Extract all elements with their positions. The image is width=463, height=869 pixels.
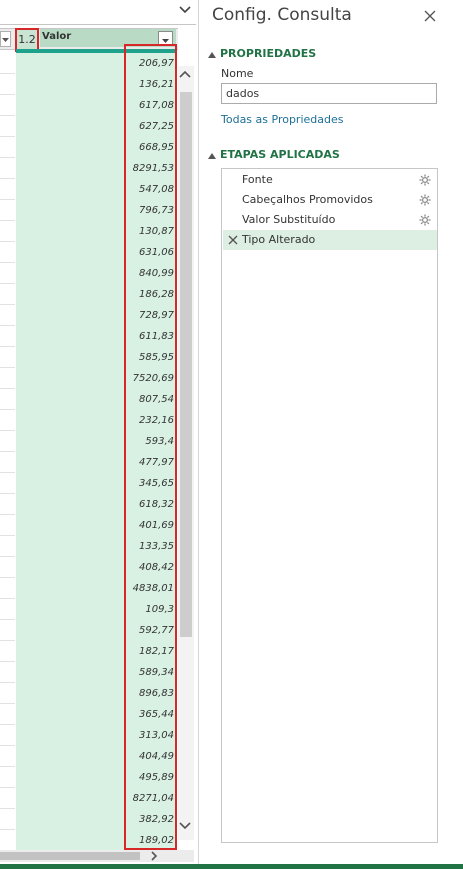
row-divider xyxy=(0,367,15,368)
all-properties-link[interactable]: Todas as Propriedades xyxy=(221,113,343,126)
previous-column-filter-dropdown[interactable] xyxy=(0,31,11,47)
status-accent-bar xyxy=(0,864,463,869)
vertical-scroll-thumb[interactable] xyxy=(180,92,192,637)
applied-step[interactable]: Fonte xyxy=(223,170,437,190)
row-divider xyxy=(0,262,15,263)
row-divider xyxy=(0,556,15,557)
applied-step-label: Tipo Alterado xyxy=(242,233,316,246)
row-divider xyxy=(0,661,15,662)
row-divider xyxy=(0,283,15,284)
row-divider xyxy=(0,409,15,410)
row-divider xyxy=(0,619,15,620)
collapse-steps-icon[interactable] xyxy=(208,153,216,159)
row-divider xyxy=(0,577,15,578)
pane-title: Config. Consulta xyxy=(212,5,352,25)
row-divider xyxy=(0,241,15,242)
row-divider xyxy=(0,325,15,326)
row-divider xyxy=(0,451,15,452)
row-divider xyxy=(0,472,15,473)
row-divider xyxy=(0,94,15,95)
scroll-down-icon[interactable] xyxy=(178,818,192,832)
row-divider xyxy=(0,178,15,179)
collapse-properties-icon[interactable] xyxy=(208,52,216,58)
scroll-up-icon[interactable] xyxy=(178,68,192,82)
x-icon[interactable] xyxy=(228,235,238,245)
row-divider xyxy=(0,136,15,137)
applied-step-label: Cabeçalhos Promovidos xyxy=(242,193,373,206)
row-divider xyxy=(0,745,15,746)
applied-step[interactable]: Cabeçalhos Promovidos xyxy=(223,190,437,210)
formula-bar[interactable] xyxy=(0,0,196,25)
row-divider xyxy=(0,514,15,515)
row-divider xyxy=(0,808,15,809)
previous-column-cells xyxy=(0,53,15,859)
row-divider xyxy=(0,346,15,347)
applied-steps-list: Fonte Cabeçalhos Promovidos Valor Substitu… xyxy=(221,168,438,843)
gear-icon[interactable] xyxy=(419,214,431,226)
applied-step[interactable]: Valor Substituído xyxy=(223,210,437,230)
row-divider xyxy=(0,430,15,431)
row-divider xyxy=(0,787,15,788)
gear-icon[interactable] xyxy=(419,194,431,206)
row-divider xyxy=(0,199,15,200)
chevron-down-icon[interactable] xyxy=(178,3,192,17)
query-name-input[interactable] xyxy=(221,83,437,104)
row-divider xyxy=(0,724,15,725)
row-divider xyxy=(0,157,15,158)
valor-column-name: Valor xyxy=(42,31,72,42)
applied-step-label: Fonte xyxy=(242,173,273,186)
query-settings-pane: Config. Consulta PROPRIEDADES Nome Todas… xyxy=(199,0,463,864)
properties-heading: PROPRIEDADES xyxy=(220,47,317,60)
values-highlight-frame xyxy=(124,44,177,850)
applied-step[interactable]: Tipo Alterado xyxy=(223,230,437,250)
horizontal-scroll-thumb[interactable] xyxy=(0,852,140,860)
row-divider xyxy=(0,535,15,536)
name-label: Nome xyxy=(221,67,254,80)
row-divider xyxy=(0,304,15,305)
row-divider xyxy=(0,115,15,116)
applied-steps-heading: ETAPAS APLICADAS xyxy=(220,148,340,161)
query-grid: 1.2 Valor 206,97 136,21 617,08 627,25 668,95… xyxy=(0,0,198,869)
row-divider xyxy=(0,703,15,704)
row-divider xyxy=(0,493,15,494)
row-divider xyxy=(0,640,15,641)
chevron-down-icon xyxy=(2,38,9,42)
row-divider xyxy=(0,829,15,830)
row-divider xyxy=(0,220,15,221)
close-icon[interactable] xyxy=(423,9,437,23)
row-divider xyxy=(0,73,15,74)
gear-icon[interactable] xyxy=(419,174,431,186)
row-divider xyxy=(0,388,15,389)
row-divider xyxy=(0,682,15,683)
row-divider xyxy=(0,766,15,767)
row-divider xyxy=(0,598,15,599)
applied-step-label: Valor Substituído xyxy=(242,213,336,226)
scroll-right-icon[interactable] xyxy=(148,850,160,862)
